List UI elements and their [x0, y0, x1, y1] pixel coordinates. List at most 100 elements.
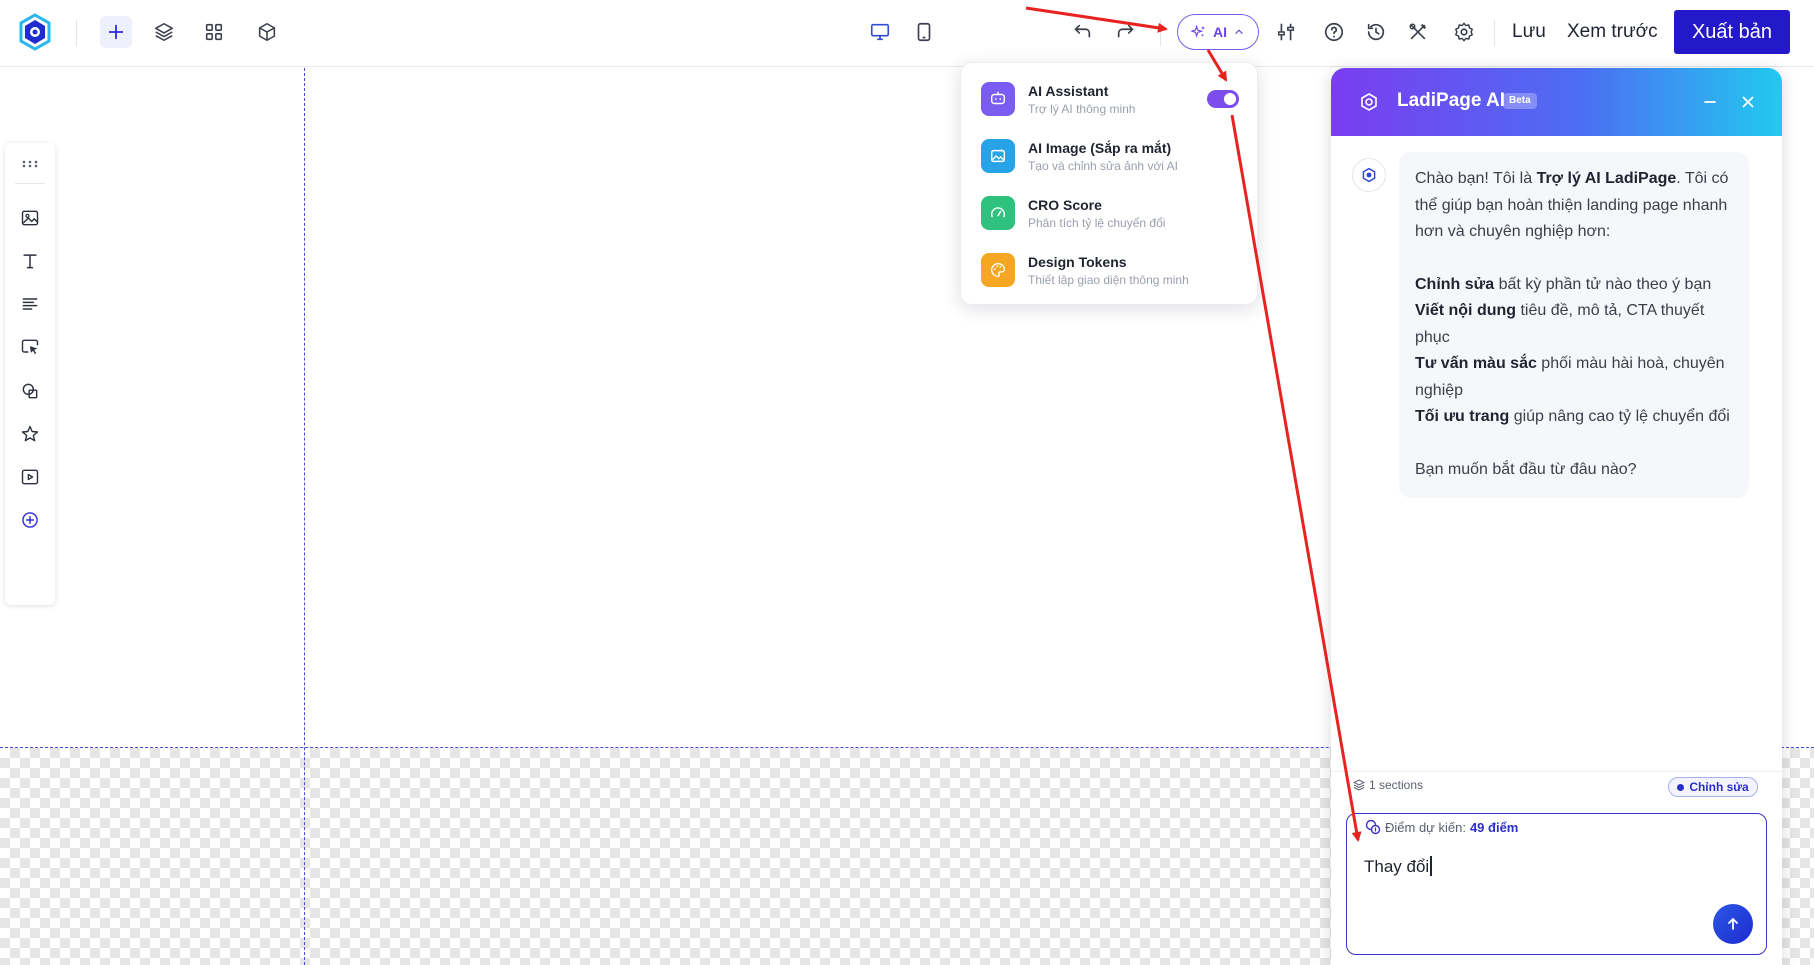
ai-assistant-toggle[interactable]	[1207, 90, 1239, 108]
sparkle-icon	[1191, 24, 1206, 38]
cursor-box-icon	[21, 339, 39, 355]
drag-dots-icon	[22, 160, 38, 168]
minus-icon	[1704, 101, 1716, 103]
chat-input[interactable]: Thay đổi	[1364, 856, 1432, 877]
menu-item-cro-score[interactable]: CRO Score Phân tích tỷ lệ chuyển đổi	[961, 188, 1257, 238]
drag-handle[interactable]	[14, 148, 46, 180]
icon-tool[interactable]	[14, 418, 46, 450]
undo-icon	[1074, 24, 1091, 38]
chat-header: LadiPage AI Beta	[1331, 68, 1782, 136]
gear-icon	[1455, 22, 1473, 42]
intro-bold: Trợ lý AI LadiPage	[1536, 170, 1677, 187]
feature-title: Tư vấn màu sắc	[1415, 355, 1537, 372]
feature-title: Tối ưu trang	[1415, 408, 1510, 425]
help-circle-icon	[1324, 22, 1344, 42]
paragraph-icon	[22, 298, 38, 310]
adjustments-button[interactable]	[1270, 16, 1302, 48]
monitor-icon	[870, 23, 890, 41]
estimated-score: Điểm dự kiến: 49 điểm	[1365, 819, 1518, 835]
assistant-message: Chào bạn! Tôi là Trợ lý AI LadiPage. Tôi…	[1399, 152, 1749, 498]
desktop-view-button[interactable]	[864, 16, 896, 48]
toolbar-divider	[1494, 20, 1495, 46]
beta-badge: Beta	[1503, 93, 1537, 109]
image-icon	[21, 210, 39, 226]
layers-icon	[1353, 779, 1365, 791]
image-tool[interactable]	[14, 202, 46, 234]
save-button[interactable]: Lưu	[1512, 21, 1546, 43]
menu-item-subtitle: Trợ lý AI thông minh	[1028, 102, 1136, 116]
minimize-button[interactable]	[1698, 90, 1722, 114]
redo-icon	[1117, 24, 1134, 38]
feature-title: Viết nội dung	[1415, 302, 1517, 319]
ai-menu-button[interactable]: AI	[1177, 14, 1259, 50]
tools-icon	[1409, 23, 1427, 40]
chat-divider	[1331, 771, 1782, 772]
feature-line: Chỉnh sửa bất kỳ phần tử nào theo ý bạn	[1415, 272, 1733, 299]
vertical-guide-line	[304, 68, 305, 965]
left-element-toolbar	[5, 143, 55, 605]
arrow-up-icon	[1728, 918, 1738, 930]
text-tool[interactable]	[14, 245, 46, 277]
ai-dropdown-menu: AI Assistant Trợ lý AI thông minh AI Ima…	[960, 62, 1258, 305]
more-elements-button[interactable]	[14, 504, 46, 536]
ladipage-logo-icon[interactable]	[18, 13, 52, 51]
gauge-icon	[981, 196, 1015, 230]
message-intro: Chào bạn! Tôi là Trợ lý AI LadiPage. Tôi…	[1415, 166, 1733, 246]
ladipage-ai-logo-icon	[1359, 92, 1379, 112]
shape-tool[interactable]	[14, 375, 46, 407]
close-button[interactable]	[1736, 90, 1760, 114]
plus-circle-icon	[22, 512, 38, 528]
chatbot-icon	[981, 82, 1015, 116]
mobile-view-button[interactable]	[908, 16, 940, 48]
text-icon	[23, 254, 37, 269]
toolbar-divider	[76, 20, 77, 46]
score-label: Điểm dự kiến:	[1385, 819, 1466, 835]
menu-item-subtitle: Phân tích tỷ lệ chuyển đổi	[1028, 216, 1166, 230]
redo-button[interactable]	[1110, 16, 1142, 48]
menu-item-ai-assistant[interactable]: AI Assistant Trợ lý AI thông minh	[961, 74, 1257, 124]
status-dot	[1677, 783, 1685, 791]
tools-button[interactable]	[1402, 16, 1434, 48]
undo-button[interactable]	[1066, 16, 1098, 48]
feature-line: Tối ưu trang giúp nâng cao tỷ lệ chuyển …	[1415, 404, 1733, 431]
score-value: 49 điểm	[1469, 819, 1519, 835]
sections-indicator[interactable]: 1 sections	[1353, 778, 1423, 792]
add-element-button[interactable]	[100, 16, 132, 48]
mobile-icon	[917, 22, 931, 42]
video-tool[interactable]	[14, 461, 46, 493]
coins-icon	[1365, 819, 1381, 835]
preview-button[interactable]: Xem trước	[1567, 21, 1658, 43]
send-button[interactable]	[1713, 904, 1753, 944]
image-sparkle-icon	[981, 139, 1015, 173]
feature-line: Viết nội dung tiêu đề, mô tả, CTA thuyết…	[1415, 298, 1733, 351]
intro-text: Chào bạn! Tôi là	[1415, 170, 1537, 187]
top-toolbar: AI Lưu Xem trước Xuất bản	[0, 0, 1814, 67]
palette-icon	[981, 253, 1015, 287]
menu-item-title: AI Assistant	[1028, 83, 1109, 99]
menu-item-subtitle: Thiết lập giao diện thông minh	[1028, 273, 1189, 287]
sections-count: 1 sections	[1369, 778, 1424, 792]
paragraph-tool[interactable]	[14, 288, 46, 320]
grid-icon	[205, 23, 223, 41]
video-icon	[21, 469, 39, 485]
components-button[interactable]	[251, 16, 283, 48]
menu-item-design-tokens[interactable]: Design Tokens Thiết lập giao diện thông …	[961, 245, 1257, 295]
history-button[interactable]	[1360, 16, 1392, 48]
ladipage-ai-logo-icon	[1362, 167, 1376, 183]
publish-button[interactable]: Xuất bản	[1674, 10, 1790, 54]
settings-button[interactable]	[1448, 16, 1480, 48]
help-button[interactable]	[1318, 16, 1350, 48]
layers-button[interactable]	[148, 16, 180, 48]
chat-input-box[interactable]: Điểm dự kiến: 49 điểm Thay đổi	[1346, 813, 1767, 955]
button-tool[interactable]	[14, 331, 46, 363]
message-closing: Bạn muốn bắt đầu từ đâu nào?	[1415, 460, 1637, 478]
shapes-icon	[22, 383, 38, 399]
ai-menu-label: AI	[1213, 24, 1227, 40]
edit-mode-label: Chỉnh sửa	[1689, 780, 1749, 794]
sliders-icon	[1277, 23, 1295, 41]
edit-mode-chip[interactable]: Chỉnh sửa	[1668, 777, 1758, 797]
menu-item-title: CRO Score	[1028, 197, 1102, 213]
toolbar-divider	[15, 183, 45, 184]
menu-item-ai-image[interactable]: AI Image (Sắp ra mắt) Tạo và chỉnh sửa ả…	[961, 131, 1257, 181]
sections-grid-button[interactable]	[198, 16, 230, 48]
